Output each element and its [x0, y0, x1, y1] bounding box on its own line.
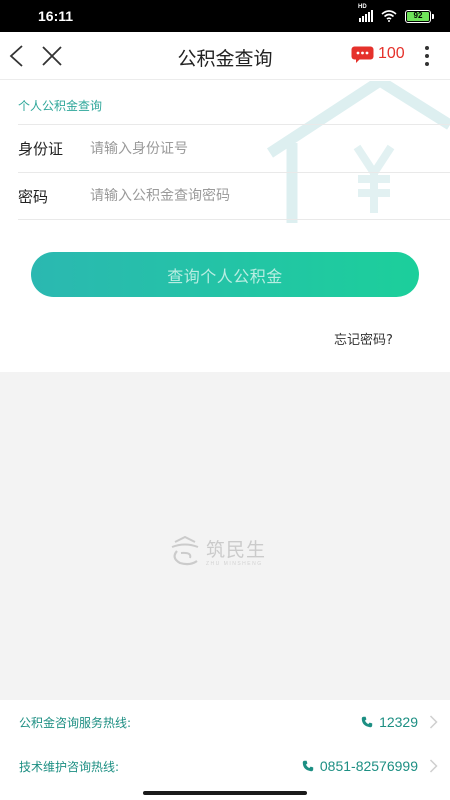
nav-bar: 公积金查询 100 — [0, 32, 450, 80]
status-bar: 16:11 HD 92 — [0, 0, 450, 32]
hotline-row-service[interactable]: 公积金咨询服务热线: 12329 — [0, 700, 450, 744]
phone-icon — [302, 760, 314, 772]
brand-logo: 筑民生 ZHU MINSHENG — [168, 535, 266, 567]
brand-name-cn: 筑民生 — [206, 539, 267, 561]
section-title: 个人公积金查询 — [18, 99, 103, 113]
hotline-number-text: 0851-82576999 — [319, 758, 418, 774]
query-form: 个人公积金查询 身份证 密码 查询个人公积金 忘记密码? — [0, 81, 450, 372]
hotline-label: 技术维护咨询热线: — [19, 759, 120, 774]
hotline-row-tech[interactable]: 技术维护咨询热线: 0851-82576999 — [0, 744, 450, 788]
zhumingsheng-logo-icon — [171, 536, 199, 566]
battery-level: 92 — [407, 11, 429, 21]
hotline-label: 公积金咨询服务热线: — [19, 715, 132, 730]
more-icon[interactable] — [416, 44, 438, 68]
id-card-row: 身份证 — [18, 124, 450, 172]
chevron-right-icon — [429, 759, 438, 773]
chevron-right-icon — [429, 715, 438, 729]
battery-icon: 92 — [405, 9, 434, 23]
message-button[interactable]: 100 — [351, 45, 405, 63]
message-icon — [351, 46, 374, 63]
signal-hd-label: HD — [358, 4, 367, 10]
id-card-label: 身份证 — [18, 140, 64, 158]
hotline-list: 公积金咨询服务热线: 12329 技术维护咨询热线: 0851-82576999 — [0, 700, 450, 800]
hotline-number-text: 12329 — [379, 714, 418, 730]
password-label: 密码 — [18, 187, 49, 206]
brand-name-en: ZHU MINSHENG — [206, 561, 263, 567]
content-placeholder: 筑民生 ZHU MINSHENG — [0, 372, 450, 700]
phone-icon — [361, 716, 373, 728]
password-input[interactable] — [90, 188, 390, 204]
signal-icon: HD — [358, 4, 373, 22]
message-count: 100 — [378, 45, 405, 62]
password-row: 密码 — [18, 172, 450, 220]
hotline-number: 12329 — [361, 714, 418, 730]
query-button[interactable]: 查询个人公积金 — [31, 252, 419, 297]
hotline-number: 0851-82576999 — [302, 758, 418, 774]
status-icons: HD 92 — [358, 4, 434, 23]
home-indicator[interactable] — [143, 791, 307, 795]
wifi-icon — [381, 10, 397, 22]
status-time: 16:11 — [38, 8, 74, 24]
forgot-password-link[interactable]: 忘记密码? — [334, 329, 393, 348]
id-card-input[interactable] — [90, 140, 390, 157]
